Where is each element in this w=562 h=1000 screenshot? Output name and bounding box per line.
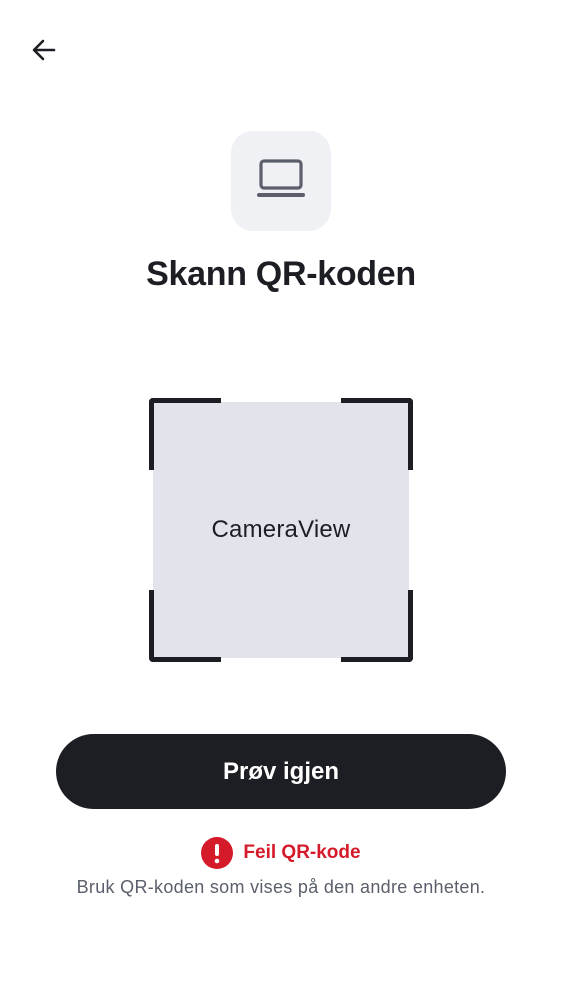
scanner-corner-bottom-right — [341, 590, 413, 662]
error-hint: Bruk QR-koden som vises på den andre enh… — [76, 877, 486, 897]
error-message-row: Feil QR-kode — [0, 837, 562, 869]
camera-view-label: CameraView — [211, 516, 351, 543]
laptop-icon — [256, 157, 306, 206]
retry-button[interactable]: Prøv igjen — [56, 734, 506, 809]
arrow-left-icon — [30, 36, 58, 69]
device-icon-tile — [231, 131, 331, 231]
scanner-corner-top-right — [341, 398, 413, 470]
page-title: Skann QR-koden — [146, 255, 416, 293]
scanner-corner-bottom-left — [149, 590, 221, 662]
back-button[interactable] — [24, 32, 64, 72]
exclamation-circle-icon — [201, 837, 234, 869]
scanner-corner-top-left — [149, 398, 221, 470]
qr-scanner-frame: CameraView — [149, 398, 413, 662]
error-message: Feil QR-kode — [243, 842, 361, 863]
retry-button-label: Prøv igjen — [222, 757, 340, 785]
